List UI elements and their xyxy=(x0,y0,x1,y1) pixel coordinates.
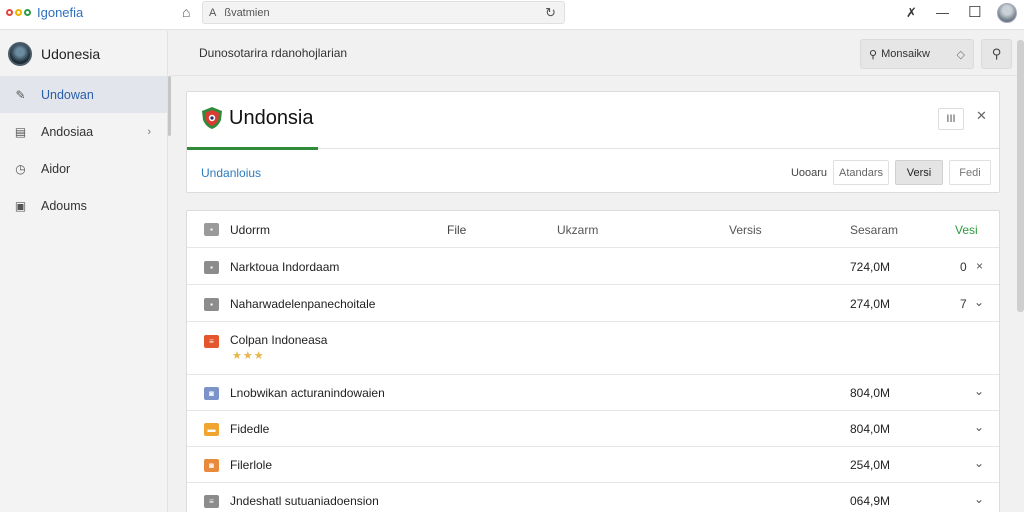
browser-toolbar: Igonefia ⌂ A ßvatmien ↻ ✗ — ☐ xyxy=(0,0,1024,30)
option-atandars[interactable]: Atandars xyxy=(833,160,889,185)
panel-view-button[interactable]: III xyxy=(938,108,964,130)
search-dropdown[interactable]: ⚲ Monsaikw ◇ xyxy=(860,39,974,69)
chevron-down-icon[interactable]: ⌄ xyxy=(974,456,984,470)
remove-icon[interactable]: × xyxy=(976,259,983,273)
detail-panel: Undonsia III ✕ Undanloius Uooaru Atandar… xyxy=(186,91,1000,193)
table-row[interactable]: ≡ Jndeshatl sutuaniadoension 064,9M ⌄ xyxy=(187,483,999,512)
file-name: Filerlole xyxy=(230,458,273,472)
folder-icon: ▪ xyxy=(204,298,219,311)
chevron-down-icon[interactable]: ⌄ xyxy=(974,420,984,434)
pin-icon[interactable]: ✗ xyxy=(906,5,917,21)
file-name: Lnobwikan acturanindowaien xyxy=(230,386,385,400)
folder-icon: ▬ xyxy=(204,423,219,436)
chevron-down-icon[interactable]: ⌄ xyxy=(974,384,984,398)
file-size: 254,0M xyxy=(850,458,891,472)
chevron-down-icon[interactable]: ⌄ xyxy=(974,295,984,309)
profile-avatar[interactable] xyxy=(997,3,1017,23)
folder-icon: ▪ xyxy=(204,261,219,274)
image-icon: ◙ xyxy=(204,387,219,400)
page-title: Dunosotarira rdanohojlarian xyxy=(199,46,348,60)
active-tab-indicator xyxy=(187,147,318,150)
sidebar-item-undowan[interactable]: ✎ Undowan xyxy=(0,76,167,113)
sidebar-item-label: Undowan xyxy=(41,87,94,102)
table-header: ▪ Udorrm File Ukzarm Versis Sesaram Vesi xyxy=(187,211,999,248)
address-bar[interactable]: A ßvatmien ↻ xyxy=(202,1,565,24)
table-row[interactable]: ▬ Fidedle 804,0M ⌄ xyxy=(187,411,999,447)
file-size: 804,0M xyxy=(850,422,891,436)
file-size: 724,0M xyxy=(850,260,891,274)
account-name: Udonesia xyxy=(41,45,101,62)
file-name: Jndeshatl sutuaniadoension xyxy=(230,494,379,508)
column-header-vesi[interactable]: Vesi xyxy=(955,223,978,237)
column-header-udorrm[interactable]: Udorrm xyxy=(230,223,270,237)
file-size: 064,9M xyxy=(850,494,891,508)
sidebar-item-adoums[interactable]: ▣ Adoums xyxy=(0,187,167,224)
file-name: Colpan Indoneasa xyxy=(230,333,328,347)
chevron-icon: ◇ xyxy=(956,48,965,61)
reload-icon[interactable]: ↻ xyxy=(545,5,556,21)
table-row[interactable]: ▪ Narktoua Indordaam 724,0M 0 × xyxy=(187,248,999,285)
file-name: Naharwadelenpanechoitale xyxy=(230,297,376,311)
folder-icon: ▪ xyxy=(204,223,219,236)
sidebar-item-aidor[interactable]: ◷ Aidor xyxy=(0,150,167,187)
browser-brand[interactable]: Igonefia xyxy=(6,5,83,20)
sidebar-item-label: Andosiaa xyxy=(41,124,94,139)
file-name: Fidedle xyxy=(230,422,270,436)
avatar xyxy=(8,41,32,66)
sidebar-item-andosiaa[interactable]: ▤ Andosiaa › xyxy=(0,113,167,150)
panel-header: Undonsia xyxy=(201,106,314,130)
file-name: Narktoua Indordaam xyxy=(230,260,340,274)
search-button[interactable]: ⚲ xyxy=(981,39,1012,69)
tab-undanloius[interactable]: Undanloius xyxy=(201,166,261,180)
search-icon: ⚲ xyxy=(869,48,878,61)
column-header-file[interactable]: File xyxy=(447,223,466,237)
browser-title: Igonefia xyxy=(37,5,84,20)
option-fedi[interactable]: Fedi xyxy=(949,160,991,185)
clock-icon: ◷ xyxy=(15,161,26,176)
version-value: 0 xyxy=(960,260,967,274)
shield-icon xyxy=(202,107,222,129)
column-header-sesaram[interactable]: Sesaram xyxy=(850,223,898,237)
option-versi[interactable]: Versi xyxy=(895,160,943,185)
version-value: 7 xyxy=(960,297,967,311)
panel-title: Undonsia xyxy=(229,106,314,129)
file-size: 804,0M xyxy=(850,386,891,400)
document-icon: ≡ xyxy=(204,495,219,508)
rating-stars: ★★★ xyxy=(232,350,265,362)
option-uooaru[interactable]: Uooaru xyxy=(785,160,833,185)
sidebar-scrollbar[interactable] xyxy=(168,76,171,136)
search-icon: ⚲ xyxy=(991,46,1002,61)
sidebar-item-label: Aidor xyxy=(41,161,71,176)
column-header-versis[interactable]: Versis xyxy=(729,223,762,237)
table-row[interactable]: ◙ Filerlole 254,0M ⌄ xyxy=(187,447,999,483)
image-icon: ◙ xyxy=(204,459,219,472)
column-header-ukzarm[interactable]: Ukzarm xyxy=(557,223,598,237)
document-icon: ▤ xyxy=(14,124,27,139)
file-table: ▪ Udorrm File Ukzarm Versis Sesaram Vesi… xyxy=(186,210,1000,512)
sidebar: Udonesia ✎ Undowan ▤ Andosiaa › ◷ Aidor … xyxy=(0,31,168,512)
logo-icon xyxy=(6,9,31,16)
main-header: Dunosotarira rdanohojlarian ⚲ Monsaikw ◇… xyxy=(171,31,1024,76)
image-icon: ▣ xyxy=(14,198,27,213)
chevron-down-icon[interactable]: ⌄ xyxy=(974,492,984,506)
font-icon: A xyxy=(209,6,217,19)
account-header[interactable]: Udonesia xyxy=(0,31,167,76)
home-icon[interactable]: ⌂ xyxy=(182,4,190,20)
table-row[interactable]: ▪ Naharwadelenpanechoitale 274,0M 7 ⌄ xyxy=(187,285,999,322)
address-text: ßvatmien xyxy=(224,6,270,19)
table-row[interactable]: ≡ Colpan Indoneasa ★★★ xyxy=(187,322,999,375)
minimize-icon[interactable]: — xyxy=(936,5,949,20)
maximize-icon[interactable]: ☐ xyxy=(968,3,981,21)
document-icon: ≡ xyxy=(204,335,219,348)
edit-icon: ✎ xyxy=(15,87,26,102)
close-icon[interactable]: ✕ xyxy=(976,108,987,124)
table-row[interactable]: ◙ Lnobwikan acturanindowaien 804,0M ⌄ xyxy=(187,375,999,411)
page-scrollbar[interactable] xyxy=(1017,40,1024,312)
search-label: Monsaikw xyxy=(881,48,930,60)
file-size: 274,0M xyxy=(850,297,891,311)
chevron-right-icon: › xyxy=(147,125,151,138)
sidebar-item-label: Adoums xyxy=(41,198,87,213)
